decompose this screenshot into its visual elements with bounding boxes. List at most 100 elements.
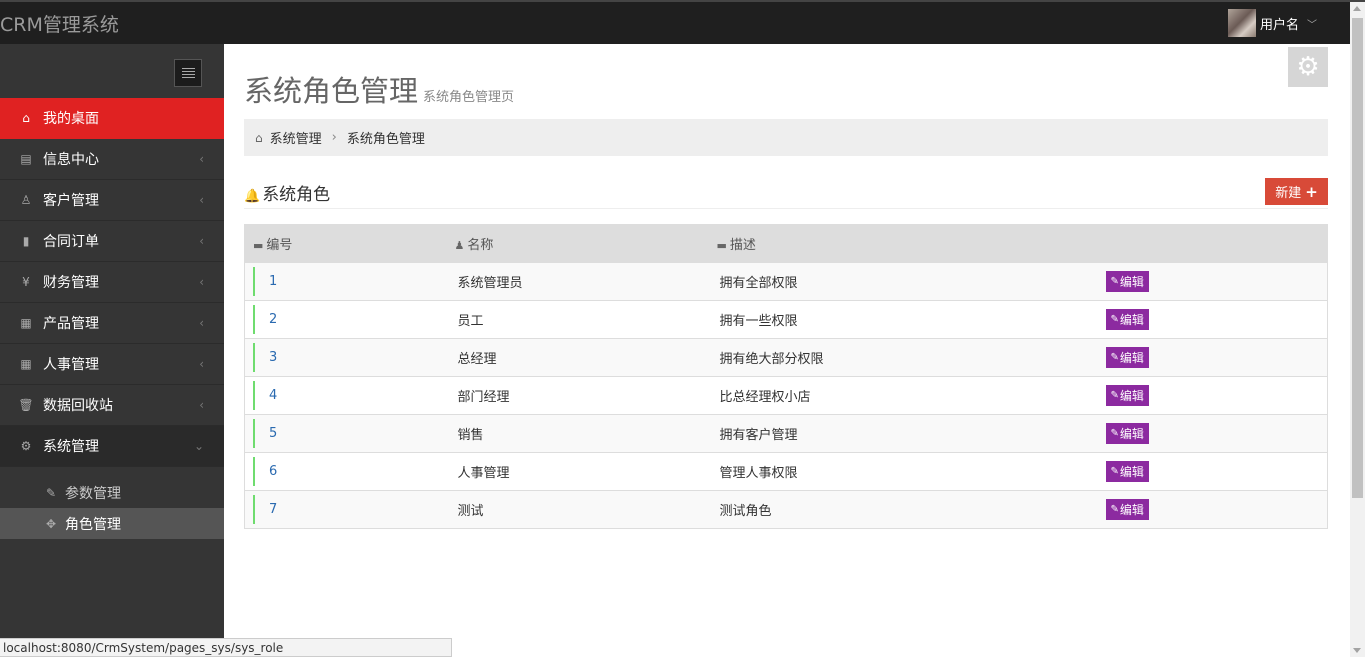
page-title-text: 系统角色管理 [244,74,419,108]
home-icon: ⌂ [22,111,30,125]
edit-icon: ✎ [1110,390,1119,401]
cog-icon: ⚙ [20,439,32,453]
roles-table: ▬ 编号 ♟ 名称 ▬ 描述 1 系统管理员 拥有全部权限 ✎ 编辑 2 员工 拥有一些… [244,224,1328,529]
sidebar-item-contracts[interactable]: ▮ 合同订单 ‹ [0,221,224,262]
edit-button[interactable]: ✎ 编辑 [1105,423,1149,444]
edit-icon: ✎ [1110,352,1119,363]
page-title: 系统角色管理 系统角色管理页 [244,68,514,110]
edit-button[interactable]: ✎ 编辑 [1105,309,1149,330]
column-header-name[interactable]: ♟ 名称 [446,224,709,263]
gear-icon: ⚙ [1296,52,1320,82]
table-row: 7 测试 测试角色 ✎ 编辑 [244,490,1328,529]
sidebar-toggle-button[interactable] [174,59,202,87]
status-bar-url: localhost:8080/CrmSystem/pages_sys/sys_r… [0,638,452,657]
chevron-down-icon[interactable]: ﹀ [1307,16,1317,31]
role-actions: ✎ 编辑 [1094,300,1328,339]
edit-icon: ✎ [1110,428,1119,439]
chevron-left-icon: ‹ [199,275,204,289]
table-row: 6 人事管理 管理人事权限 ✎ 编辑 [244,452,1328,491]
sidebar-item-desktop[interactable]: ⌂ 我的桌面 [0,98,224,139]
scrollbar-thumb[interactable] [1352,18,1363,498]
table-row: 3 总经理 拥有绝大部分权限 ✎ 编辑 [244,338,1328,377]
section-title: 🔔 系统角色 [244,180,330,205]
sidebar-item-label: 人事管理 [43,357,99,373]
breadcrumb-item[interactable]: 系统角色管理 [347,128,425,147]
table-header-row: ▬ 编号 ♟ 名称 ▬ 描述 [244,224,1328,263]
inbox-icon: ▤ [20,152,32,166]
role-desc: 测试角色 [708,490,1095,529]
column-header-id[interactable]: ▬ 编号 [244,224,447,263]
role-desc: 拥有全部权限 [708,262,1095,301]
move-icon: ✥ [46,516,57,531]
sidebar-item-hr[interactable]: ▦ 人事管理 ‹ [0,344,224,385]
edit-button[interactable]: ✎ 编辑 [1105,461,1149,482]
avatar[interactable] [1227,9,1256,37]
sidebar-item-info-center[interactable]: ▤ 信息中心 ‹ [0,139,224,180]
chevron-left-icon: ‹ [199,193,204,207]
sidebar-item-finance[interactable]: ¥ 财务管理 ‹ [0,262,224,303]
sidebar-item-label: 产品管理 [43,316,99,332]
user-menu[interactable]: 用户名 ﹀ [1227,9,1317,37]
role-actions: ✎ 编辑 [1094,338,1328,377]
user-name[interactable]: 用户名 [1260,14,1299,33]
role-name: 测试 [446,490,709,529]
sidebar-item-label: 数据回收站 [43,398,113,414]
yen-icon: ¥ [22,275,30,289]
column-header-desc[interactable]: ▬ 描述 [708,224,1095,263]
edit-icon: ✎ [1110,466,1119,477]
page-subtitle: 系统角色管理页 [423,90,515,105]
chevron-left-icon: ‹ [199,152,204,166]
table-row: 1 系统管理员 拥有全部权限 ✎ 编辑 [244,262,1328,301]
new-button[interactable]: 新建 + [1265,178,1328,205]
edit-button[interactable]: ✎ 编辑 [1105,271,1149,292]
sidebar-subitem-label: 角色管理 [65,516,121,533]
sidebar-item-label: 信息中心 [43,152,99,168]
scroll-down-icon[interactable] [1353,648,1361,653]
role-id: 2 [244,300,447,339]
role-name: 销售 [446,414,709,453]
sidebar-item-products[interactable]: ▦ 产品管理 ‹ [0,303,224,344]
sidebar-item-label: 系统管理 [43,439,99,455]
sidebar-item-system[interactable]: ⚙ 系统管理 ⌄ [0,426,224,467]
sidebar-item-label: 客户管理 [43,193,99,209]
chevron-left-icon: ‹ [199,398,204,412]
role-id: 3 [244,338,447,377]
role-id: 7 [244,490,447,529]
trash-icon: 🗑 [18,398,34,412]
book-icon: ▮ [22,234,30,248]
role-name: 总经理 [446,338,709,377]
edit-button[interactable]: ✎ 编辑 [1105,385,1149,406]
breadcrumb-item[interactable]: 系统管理 [270,128,322,147]
role-actions: ✎ 编辑 [1094,490,1328,529]
edit-button[interactable]: ✎ 编辑 [1105,499,1149,520]
chevron-left-icon: ‹ [199,316,204,330]
role-id: 1 [244,262,447,301]
chevron-down-icon: ⌄ [193,439,204,453]
app-title[interactable]: CRM管理系统 [0,10,119,37]
sidebar-item-label: 合同订单 [43,234,99,250]
column-header-actions [1094,224,1328,263]
sidebar-item-label: 财务管理 [43,275,99,291]
edit-button[interactable]: ✎ 编辑 [1105,347,1149,368]
role-id: 5 [244,414,447,453]
sidebar-subitem-roles[interactable]: ✥ 角色管理 [0,508,224,539]
role-desc: 拥有一些权限 [708,300,1095,339]
home-icon: ⌂ [255,130,263,145]
scroll-up-icon[interactable] [1353,6,1361,11]
role-id: 6 [244,452,447,491]
page-scrollbar[interactable] [1350,2,1365,657]
sidebar-menu: ⌂ 我的桌面 ▤ 信息中心 ‹ ♙ 客户管理 ‹ ▮ 合同订单 ‹ ¥ 财务管理… [0,98,224,539]
table-icon: ▦ [20,357,32,371]
chevron-left-icon: ‹ [199,234,204,248]
settings-gear-button[interactable]: ⚙ [1288,47,1328,87]
chevron-left-icon: ‹ [199,357,204,371]
wrench-icon: ✎ [46,485,57,500]
sidebar-subitem-params[interactable]: ✎ 参数管理 [0,477,224,508]
role-actions: ✎ 编辑 [1094,414,1328,453]
role-desc: 比总经理权小店 [708,376,1095,415]
role-name: 系统管理员 [446,262,709,301]
sidebar-item-recycle-bin[interactable]: 🗑 数据回收站 ‹ [0,385,224,426]
male-icon: ♙ [20,193,32,207]
sidebar-submenu-system: ✎ 参数管理 ✥ 角色管理 [0,467,224,539]
sidebar-item-customers[interactable]: ♙ 客户管理 ‹ [0,180,224,221]
